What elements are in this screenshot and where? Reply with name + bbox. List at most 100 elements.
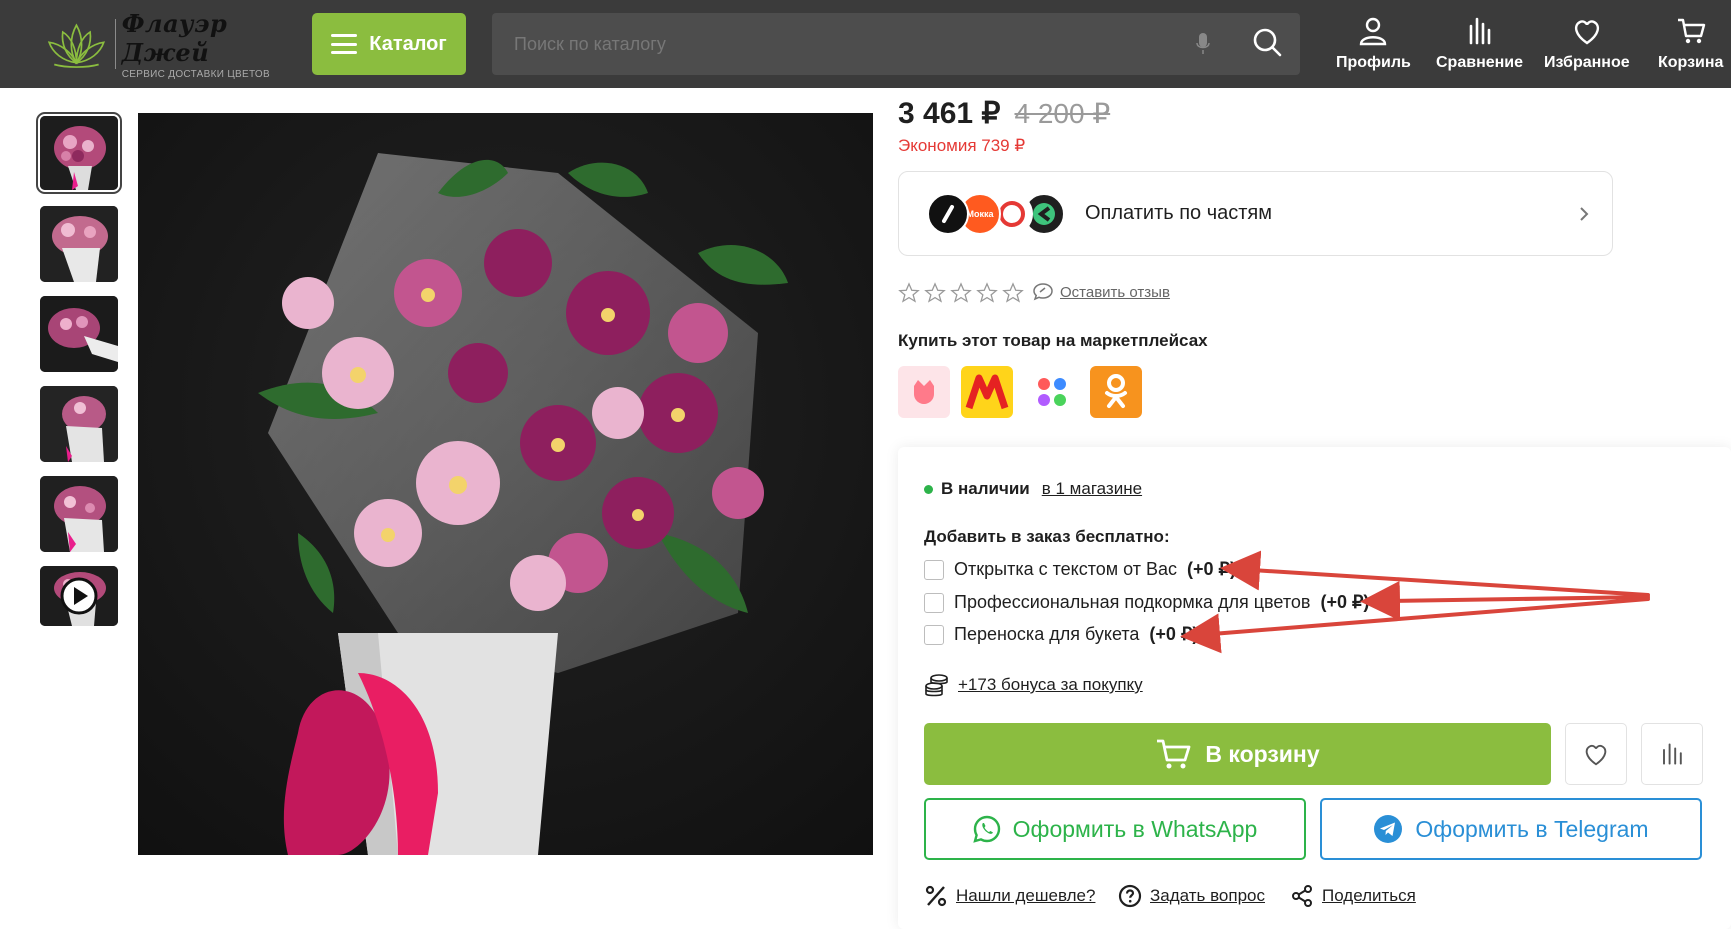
cart-button[interactable]: Корзина — [1658, 16, 1723, 72]
economy-text: Экономия 739 ₽ — [898, 136, 1026, 155]
compare-icon — [1663, 743, 1682, 765]
addon-fertilizer[interactable]: Профессиональная подкормка для цветов (+… — [924, 592, 1369, 613]
bouquet-thumbnail-image — [40, 206, 118, 282]
thumbnail-video[interactable] — [40, 566, 118, 626]
bouquet-image — [138, 113, 873, 855]
thumbnail-4[interactable] — [40, 386, 118, 462]
yandex-market-icon[interactable] — [961, 366, 1013, 418]
current-price: 3 461 ₽ — [898, 97, 1001, 130]
thumbnail-2[interactable] — [40, 206, 118, 282]
ask-question-label: Задать вопрос — [1150, 886, 1265, 905]
thumbnail-5[interactable] — [40, 476, 118, 552]
leave-review-link[interactable]: Оставить отзыв — [1032, 282, 1170, 302]
microphone-icon[interactable] — [1196, 32, 1210, 56]
profile-label: Профиль — [1336, 54, 1411, 71]
logo[interactable]: Флауэр Джей СЕРВИС ДОСТАВКИ ЦВЕТОВ — [44, 9, 294, 80]
addon-postcard[interactable]: Открытка с текстом от Вас (+0 ₽) — [924, 559, 1236, 580]
compare-label: Сравнение — [1436, 54, 1524, 71]
checkbox[interactable] — [924, 624, 944, 645]
odnoklassniki-icon[interactable] — [1090, 366, 1142, 418]
flowwow-icon[interactable] — [898, 366, 950, 418]
product-main-photo[interactable] — [138, 113, 873, 855]
addons-title: Добавить в заказ бесплатно: — [924, 527, 1170, 546]
telegram-icon — [1374, 815, 1403, 843]
user-icon — [1360, 17, 1387, 46]
payment-logos: Мокка — [927, 192, 1067, 235]
marketplaces-title: Купить этот товар на маркетплейсах — [898, 331, 1208, 350]
found-cheaper-label: Нашли дешевле? — [956, 886, 1096, 905]
star-icon[interactable] — [950, 282, 972, 304]
catalog-button[interactable]: Каталог — [312, 13, 466, 75]
bonus-label: +173 бонуса за покупку — [958, 675, 1143, 694]
rating-stars[interactable] — [898, 282, 1024, 304]
share-icon — [1292, 885, 1312, 907]
thumbnail-3[interactable] — [40, 296, 118, 372]
split-payment-label: Оплатить по частям — [1085, 202, 1273, 224]
checkbox[interactable] — [924, 559, 944, 580]
thumbnail-1[interactable] — [36, 112, 122, 194]
compare-icon — [1469, 17, 1490, 45]
addon-price: (+0 ₽) — [1320, 592, 1370, 612]
ask-question-link[interactable]: Задать вопрос — [1118, 884, 1265, 908]
search-bar — [492, 13, 1300, 75]
telegram-order-button[interactable]: Оформить в Telegram — [1320, 798, 1702, 860]
share-label: Поделиться — [1322, 886, 1416, 905]
whatsapp-icon — [972, 815, 1000, 843]
split-payment-box[interactable]: Мокка Оплатить по частям — [898, 171, 1613, 256]
profile-button[interactable]: Профиль — [1336, 16, 1411, 72]
availability-dot — [924, 484, 933, 494]
add-to-cart-button[interactable]: В корзину — [924, 723, 1551, 785]
question-icon — [1118, 884, 1142, 908]
cart-label: Корзина — [1658, 54, 1724, 71]
bouquet-thumbnail-image — [40, 476, 118, 552]
comment-icon — [1033, 283, 1053, 301]
catalog-label: Каталог — [369, 32, 447, 55]
addon-price: (+0 ₽) — [1149, 624, 1199, 644]
addon-label: Переноска для букета — [954, 624, 1140, 644]
addon-price: (+0 ₽) — [1187, 559, 1236, 579]
addon-label: Открытка с текстом от Вас — [954, 559, 1178, 579]
leave-review-label: Оставить отзыв — [1060, 283, 1170, 301]
logo-tagline: СЕРВИС ДОСТАВКИ ЦВЕТОВ — [121, 68, 270, 80]
search-input[interactable] — [492, 13, 1172, 75]
star-icon[interactable] — [976, 282, 998, 304]
whatsapp-order-button[interactable]: Оформить в WhatsApp — [924, 798, 1306, 860]
add-to-cart-label: В корзину — [1205, 740, 1320, 767]
availability: В наличии в 1 магазине — [924, 479, 1142, 499]
found-cheaper-link[interactable]: Нашли дешевле? — [924, 884, 1095, 908]
logo-name: Флауэр Джей — [121, 8, 228, 67]
bouquet-thumbnail-image — [40, 386, 118, 462]
checkbox[interactable] — [924, 592, 944, 613]
compare-button[interactable]: Сравнение — [1436, 16, 1523, 72]
buy-card: В наличии в 1 магазине Добавить в заказ … — [898, 447, 1731, 929]
add-to-compare-button[interactable] — [1641, 723, 1703, 785]
heart-icon — [1574, 20, 1599, 45]
availability-status: В наличии — [941, 479, 1030, 498]
bouquet-thumbnail-image — [40, 296, 118, 372]
addon-carrier[interactable]: Переноска для букета (+0 ₽) — [924, 624, 1198, 645]
share-link[interactable]: Поделиться — [1290, 884, 1416, 908]
bouquet-thumbnail-image — [40, 116, 118, 190]
star-icon[interactable] — [924, 282, 946, 304]
chevron-right-icon — [1578, 204, 1590, 228]
logo-divider — [114, 19, 116, 69]
add-to-favorites-button[interactable] — [1565, 723, 1627, 785]
vk-marketplace-icon[interactable] — [1026, 366, 1078, 418]
star-icon[interactable] — [898, 282, 920, 304]
price-row: 3 461 ₽ 4 200 ₽ — [898, 96, 1110, 131]
search-icon[interactable] — [1252, 27, 1282, 57]
dolyami-icon — [927, 192, 969, 235]
old-price: 4 200 ₽ — [1014, 98, 1111, 129]
star-icon[interactable] — [1002, 282, 1024, 304]
video-thumbnail-image — [40, 566, 118, 626]
store-count-link[interactable]: в 1 магазине — [1042, 479, 1142, 499]
percent-icon — [925, 885, 947, 907]
coins-icon — [925, 674, 948, 697]
telegram-label: Оформить в Telegram — [1415, 815, 1649, 842]
favorites-button[interactable]: Избранное — [1544, 16, 1630, 72]
addon-label: Профессиональная подкормка для цветов — [954, 592, 1311, 612]
cart-icon — [1677, 18, 1705, 44]
heart-icon — [1585, 744, 1607, 766]
favorites-label: Избранное — [1544, 54, 1630, 71]
bonus-link[interactable]: +173 бонуса за покупку — [924, 673, 1143, 697]
